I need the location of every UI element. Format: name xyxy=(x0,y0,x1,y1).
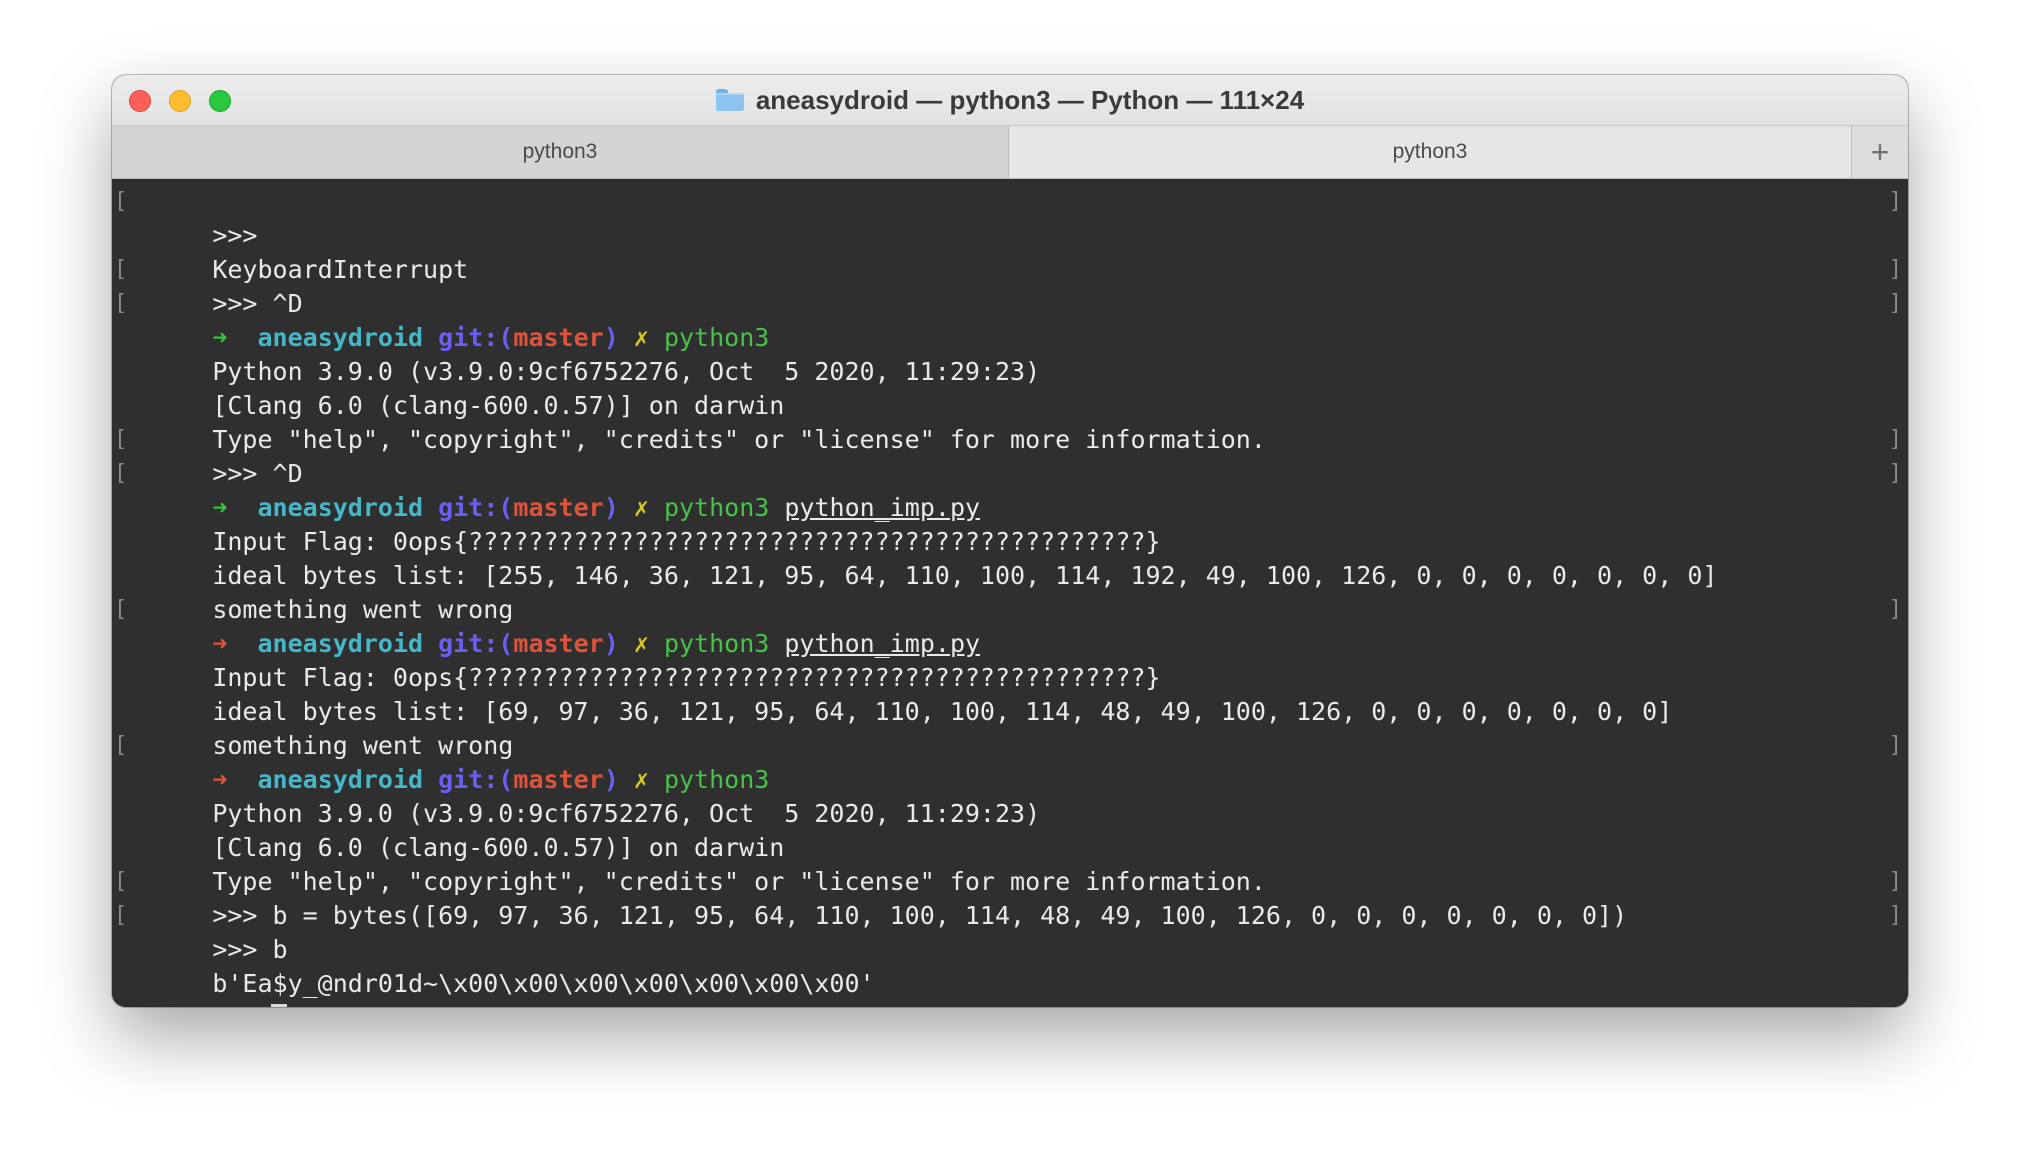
line-mark-left: [ xyxy=(114,903,128,928)
active-input-line[interactable]: >>> xyxy=(112,967,1908,1007)
folder-icon xyxy=(715,89,744,111)
new-tab-button[interactable]: + xyxy=(1851,126,1908,178)
line-mark-right: ] xyxy=(1888,189,1902,214)
shell-prompt-line: [➜ aneasydroid git:(master) ✗ python3] xyxy=(112,287,1908,352)
terminal-line: KeyboardInterrupt xyxy=(112,219,1908,284)
line-mark-left: [ xyxy=(114,427,128,452)
line-mark-right: ] xyxy=(1888,733,1902,758)
repl-prompt: >>> xyxy=(212,1003,257,1007)
window-title-group: aneasydroid — python3 — Python — 111×24 xyxy=(112,75,1908,125)
terminal-line: Input Flag: 0ops{???????????????????????… xyxy=(112,627,1908,692)
line-mark-left: [ xyxy=(114,733,128,758)
text-cursor[interactable] xyxy=(271,1004,288,1007)
terminal-line: [Clang 6.0 (clang-600.0.57)] on darwin xyxy=(112,355,1908,420)
line-mark-left: [ xyxy=(114,869,128,894)
terminal-line: [>>>] xyxy=(112,185,1908,250)
shell-prompt-line: [➜ aneasydroid git:(master) ✗ python3 py… xyxy=(112,593,1908,658)
window-title: aneasydroid — python3 — Python — 111×24 xyxy=(755,84,1305,115)
terminal-line: [>>> b] xyxy=(112,899,1908,964)
terminal-line: [>>> ^D] xyxy=(112,253,1908,318)
line-mark-right: ] xyxy=(1888,427,1902,452)
terminal-line: ideal bytes list: [255, 146, 36, 121, 95… xyxy=(112,525,1908,590)
line-mark-right: ] xyxy=(1888,291,1902,316)
tab-python3-first[interactable]: python3 xyxy=(112,126,1009,178)
line-mark-right: ] xyxy=(1888,257,1902,282)
terminal-line: ideal bytes list: [69, 97, 36, 121, 95, … xyxy=(112,661,1908,726)
title-bar[interactable]: aneasydroid — python3 — Python — 111×24 xyxy=(112,75,1908,126)
line-mark-right: ] xyxy=(1888,903,1902,928)
shell-prompt-line: [➜ aneasydroid git:(master) ✗ python3 py… xyxy=(112,457,1908,522)
terminal-line: Python 3.9.0 (v3.9.0:9cf6752276, Oct 5 2… xyxy=(112,321,1908,386)
terminal-line: [>>> b = bytes([69, 97, 36, 121, 95, 64,… xyxy=(112,865,1908,930)
terminal-line: Type "help", "copyright", "credits" or "… xyxy=(112,389,1908,454)
terminal-line: Type "help", "copyright", "credits" or "… xyxy=(112,831,1908,896)
line-mark-left: [ xyxy=(114,291,128,316)
line-mark-left: [ xyxy=(114,189,128,214)
terminal-line: [>>> ^D] xyxy=(112,423,1908,488)
terminal-line: b'Ea$y_@ndr01d~\x00\x00\x00\x00\x00\x00\… xyxy=(112,933,1908,998)
line-mark-left: [ xyxy=(114,257,128,282)
terminal-line: [Clang 6.0 (clang-600.0.57)] on darwin xyxy=(112,797,1908,862)
terminal-output[interactable]: [>>>] KeyboardInterrupt [>>> ^D] [➜ anea… xyxy=(112,179,1908,1007)
terminal-line: something went wrong xyxy=(112,695,1908,760)
line-mark-right: ] xyxy=(1888,869,1902,894)
line-mark-right: ] xyxy=(1888,597,1902,622)
terminal-line: Input Flag: 0ops{???????????????????????… xyxy=(112,491,1908,556)
terminal-window: aneasydroid — python3 — Python — 111×24 … xyxy=(112,75,1908,1007)
terminal-line: something went wrong xyxy=(112,559,1908,624)
shell-prompt-line: [➜ aneasydroid git:(master) ✗ python3] xyxy=(112,729,1908,794)
terminal-line: Python 3.9.0 (v3.9.0:9cf6752276, Oct 5 2… xyxy=(112,763,1908,828)
tab-python3-active[interactable]: python3 xyxy=(1009,126,1851,178)
tab-bar: python3 python3 + xyxy=(112,126,1908,179)
line-mark-left: [ xyxy=(114,461,128,486)
line-mark-left: [ xyxy=(114,597,128,622)
line-mark-right: ] xyxy=(1888,461,1902,486)
